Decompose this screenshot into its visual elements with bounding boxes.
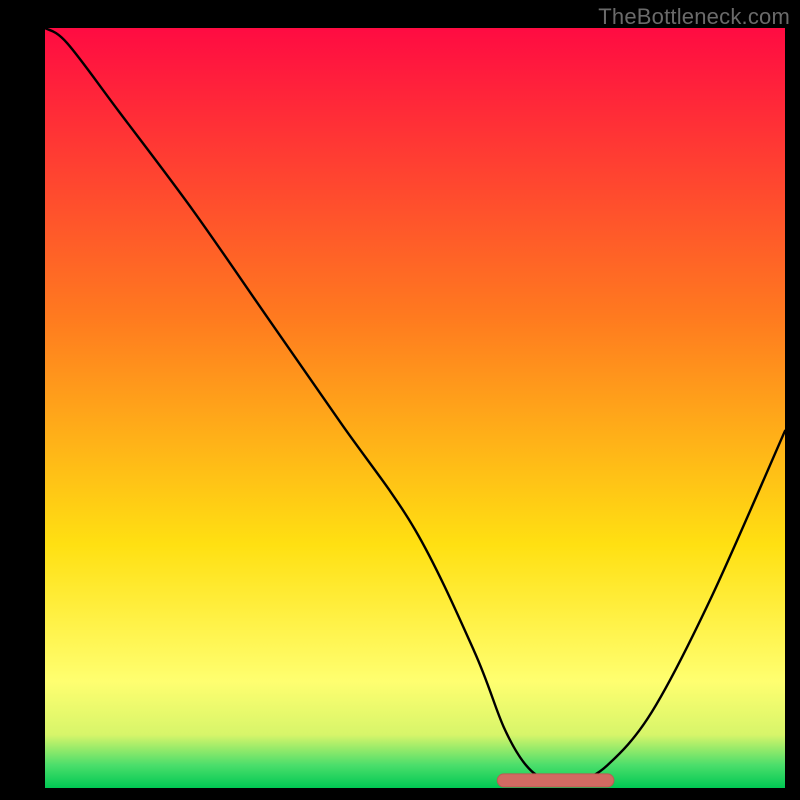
bottleneck-chart [45,28,785,788]
plot-area [45,28,785,788]
watermark-text: TheBottleneck.com [598,4,790,30]
chart-frame: TheBottleneck.com [0,0,800,800]
optimal-range-marker [497,774,614,787]
